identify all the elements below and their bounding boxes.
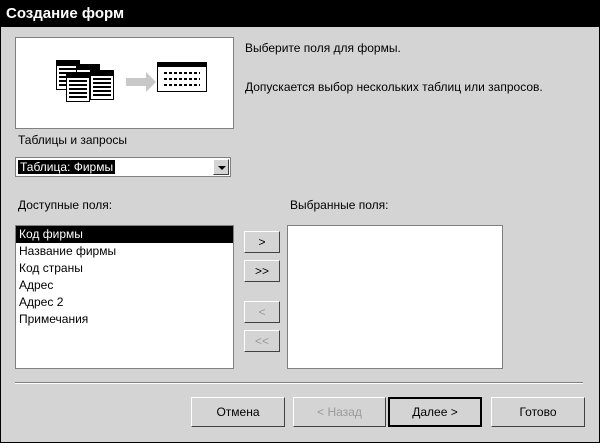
wizard-illustration [15,37,234,129]
available-fields-label: Доступные поля: [18,198,113,212]
available-field-item[interactable]: Адрес [16,277,233,294]
available-field-item[interactable]: Код фирмы [16,226,233,243]
back-button[interactable]: < Назад [293,397,386,427]
source-label: Таблицы и запросы [18,133,128,147]
description-line-1: Выберите поля для формы. [245,41,401,55]
source-combobox[interactable]: Таблица: Фирмы [15,157,231,177]
description-line-2: Допускается выбор нескольких таблиц или … [245,80,543,94]
add-one-button[interactable]: > [244,231,280,253]
form-wizard-window: Создание форм Выберите поля для формы. Д… [0,0,600,443]
chevron-down-icon[interactable] [213,159,229,175]
cancel-button[interactable]: Отмена [191,397,285,427]
table-icon [90,70,114,100]
available-field-item[interactable]: Примечания [16,311,233,328]
finish-button[interactable]: Готово [491,397,585,427]
arrow-head-icon [146,72,156,92]
window-title: Создание форм [1,1,599,27]
form-icon [157,62,207,92]
add-all-button[interactable]: >> [244,260,280,282]
available-field-item[interactable]: Код страны [16,260,233,277]
remove-all-button[interactable]: << [244,330,280,352]
available-field-item[interactable]: Название фирмы [16,243,233,260]
arrow-icon [126,78,146,86]
footer-separator [15,382,583,384]
selected-fields-label: Выбранные поля: [290,198,389,212]
source-selected-value: Таблица: Фирмы [18,160,116,174]
selected-fields-list[interactable] [287,225,503,369]
remove-one-button[interactable]: < [244,301,280,323]
next-button[interactable]: Далее > [388,397,482,427]
available-fields-list[interactable]: Код фирмы Название фирмы Код страны Адрес Ад… [15,225,234,369]
available-field-item[interactable]: Адрес 2 [16,294,233,311]
table-icon [66,72,90,102]
